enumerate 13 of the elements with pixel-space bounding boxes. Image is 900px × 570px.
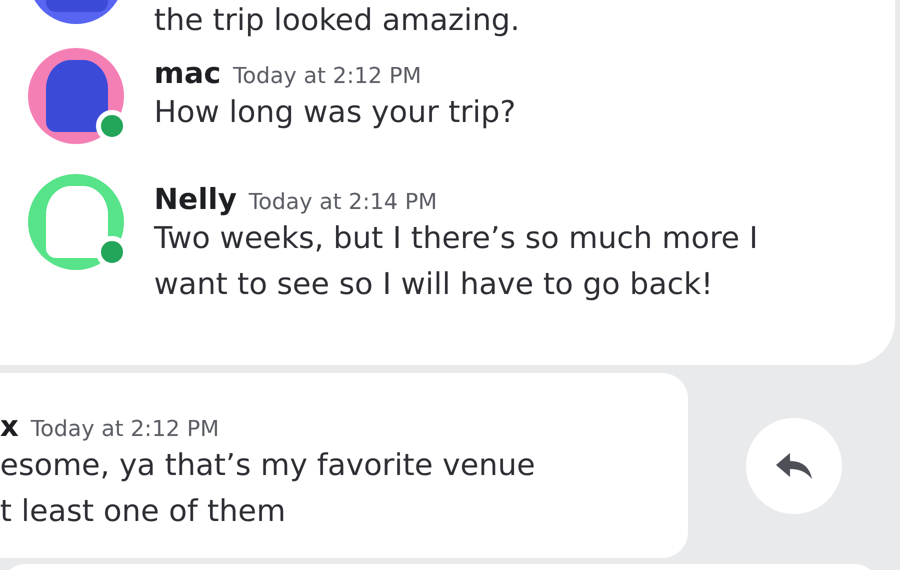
timestamp: Today at 2:12 PM bbox=[232, 64, 422, 89]
username[interactable]: Nelly bbox=[154, 182, 237, 216]
timestamp: Today at 2:14 PM bbox=[248, 190, 438, 215]
message-text: Two weeks, but I there’s so much more I bbox=[154, 220, 758, 258]
reply-arrow-icon bbox=[774, 450, 814, 480]
message-text: want to see so I will have to go back! bbox=[154, 266, 714, 304]
message-text: esome, ya that’s my favorite venue bbox=[0, 447, 536, 485]
username[interactable]: mac bbox=[154, 56, 221, 90]
username[interactable]: x bbox=[0, 409, 19, 443]
message-text: t least one of them bbox=[0, 493, 287, 531]
timestamp: Today at 2:12 PM bbox=[30, 417, 220, 442]
message-text: the trip looked amazing. bbox=[154, 4, 520, 38]
message-text: How long was your trip? bbox=[154, 94, 516, 132]
